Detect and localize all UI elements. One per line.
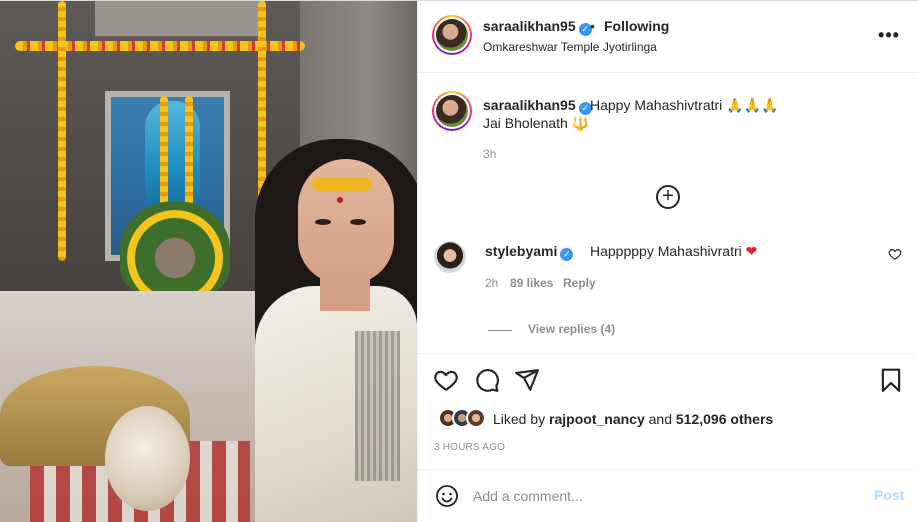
comment-text: Happpppy Mahashivratri ❤ — [590, 243, 757, 260]
author-username[interactable]: saraalikhan95 ✓ — [483, 18, 592, 36]
comment-heart-icon[interactable] — [888, 247, 902, 261]
post-header: saraalikhan95 ✓ • Following Omkareshwar T… — [418, 1, 918, 73]
reply-button[interactable]: Reply — [563, 276, 596, 290]
comment-time[interactable]: 2h — [485, 276, 498, 290]
photo-tilak — [312, 177, 372, 191]
comment-input[interactable] — [473, 486, 853, 506]
photo-garland-idol-right — [185, 96, 193, 216]
photo-dupatta-border — [355, 331, 400, 481]
photo-feather-whisk — [105, 406, 190, 511]
photo-flower-offering — [120, 201, 230, 296]
caption-time[interactable]: 3h — [483, 147, 496, 161]
header-separator: • — [590, 18, 595, 34]
emoji-icon[interactable] — [435, 484, 459, 508]
replies-divider — [488, 330, 512, 331]
photo-eye-right — [350, 219, 366, 225]
bookmark-icon[interactable] — [878, 367, 904, 393]
likes-summary: Liked by rajpoot_nancy and 512,096 other… — [493, 411, 773, 427]
photo-garland-left — [58, 1, 66, 261]
caption-text-line2: Jai Bholenath 🔱 — [483, 115, 590, 131]
post-sidebar: saraalikhan95 ✓ • Following Omkareshwar T… — [417, 1, 918, 522]
liker-avatars[interactable] — [438, 408, 498, 430]
plus-circle-icon[interactable]: + — [656, 185, 680, 209]
comment-likes[interactable]: 89 likes — [510, 276, 553, 290]
likes-middle: and — [644, 411, 676, 427]
caption-text: Happy Mahashivtratri 🙏🙏🙏 — [590, 97, 779, 113]
caption-username[interactable]: saraalikhan95 ✓ — [483, 97, 592, 115]
liker-avatar[interactable] — [466, 408, 486, 428]
instagram-post: saraalikhan95 ✓ • Following Omkareshwar T… — [0, 0, 918, 522]
photo-garland-idol-left — [160, 96, 168, 216]
share-icon[interactable] — [514, 367, 540, 393]
location-link[interactable]: Omkareshwar Temple Jyotirlinga — [483, 40, 657, 54]
author-username-text[interactable]: saraalikhan95 — [483, 18, 576, 34]
likes-prefix: Liked by — [493, 411, 550, 427]
post-timestamp[interactable]: 3 HOURS AGO — [434, 442, 505, 453]
photo-eye-left — [315, 219, 331, 225]
comment-body: Happpppy Mahashivratri — [590, 243, 742, 259]
likes-others-count[interactable]: 512,096 others — [676, 411, 773, 427]
photo-bindi — [337, 197, 343, 203]
liker-username[interactable]: rajpoot_nancy — [549, 411, 645, 427]
heart-icon[interactable] — [433, 367, 459, 393]
caption-author-avatar[interactable] — [432, 91, 472, 131]
post-actions: Liked by rajpoot_nancy and 512,096 other… — [418, 353, 918, 469]
comment-bar: Post — [418, 469, 918, 522]
view-replies-label[interactable]: View replies (4) — [528, 322, 615, 336]
comment-icon[interactable] — [474, 367, 500, 393]
caption-username-text[interactable]: saraalikhan95 — [483, 97, 576, 113]
red-heart-emoji: ❤ — [745, 243, 758, 259]
commenter-avatar[interactable] — [434, 241, 466, 273]
comment-item: stylebyami ✓ Happpppy Mahashivratri ❤ 2h … — [418, 241, 918, 301]
post-photo[interactable] — [0, 1, 417, 522]
commenter-username-text[interactable]: stylebyami — [485, 243, 557, 259]
photo-temple-sign — [95, 1, 265, 39]
commenter-username[interactable]: stylebyami ✓ — [485, 243, 574, 261]
author-avatar[interactable] — [432, 15, 472, 55]
post-comment-button[interactable]: Post — [874, 487, 904, 503]
more-options-icon[interactable]: ••• — [874, 25, 904, 45]
verified-badge-icon: ✓ — [560, 248, 574, 261]
following-button[interactable]: Following — [604, 18, 669, 34]
